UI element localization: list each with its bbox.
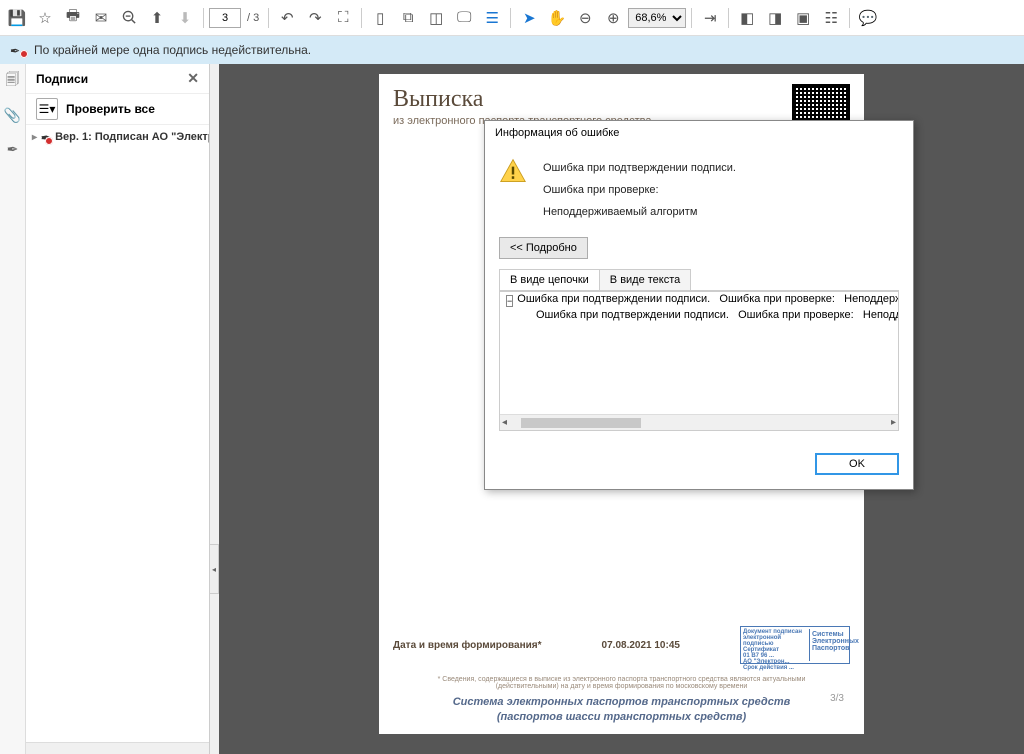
tab-text-view[interactable]: В виде текста [599, 269, 691, 290]
tree-collapse-icon[interactable]: − [506, 295, 513, 307]
details-toggle-button[interactable]: << Подробно [499, 237, 588, 259]
dialog-msg-line: Неподдерживаемый алгоритм [543, 201, 736, 223]
tree-text: Ошибка при проверке: [738, 309, 854, 321]
tree-text: Ошибка при подтверждении подписи. [517, 293, 710, 307]
ok-button[interactable]: OK [815, 453, 899, 475]
dialog-title: Информация об ошибке [485, 121, 913, 145]
tab-chain-view[interactable]: В виде цепочки [499, 269, 600, 290]
tree-text: Неподдер [863, 309, 899, 321]
tree-row[interactable]: − Ошибка при подтверждении подписи. Ошиб… [500, 292, 898, 308]
error-tree[interactable]: − Ошибка при подтверждении подписи. Ошиб… [499, 291, 899, 431]
warning-icon [499, 157, 527, 185]
tree-text: Ошибка при проверке: [719, 293, 835, 307]
dialog-msg-line: Ошибка при подтверждении подписи. [543, 157, 736, 179]
dialog-msg-line: Ошибка при проверке: [543, 179, 736, 201]
tree-text: Неподдержи [844, 293, 899, 307]
horizontal-scrollbar[interactable]: ◂▸ [500, 414, 898, 430]
error-dialog: Информация об ошибке Ошибка при подтверж… [484, 120, 914, 490]
dialog-backdrop: Информация об ошибке Ошибка при подтверж… [0, 0, 1024, 754]
tree-text: Ошибка при подтверждении подписи. [536, 309, 729, 321]
tree-row[interactable]: Ошибка при подтверждении подписи. Ошибка… [500, 308, 898, 322]
